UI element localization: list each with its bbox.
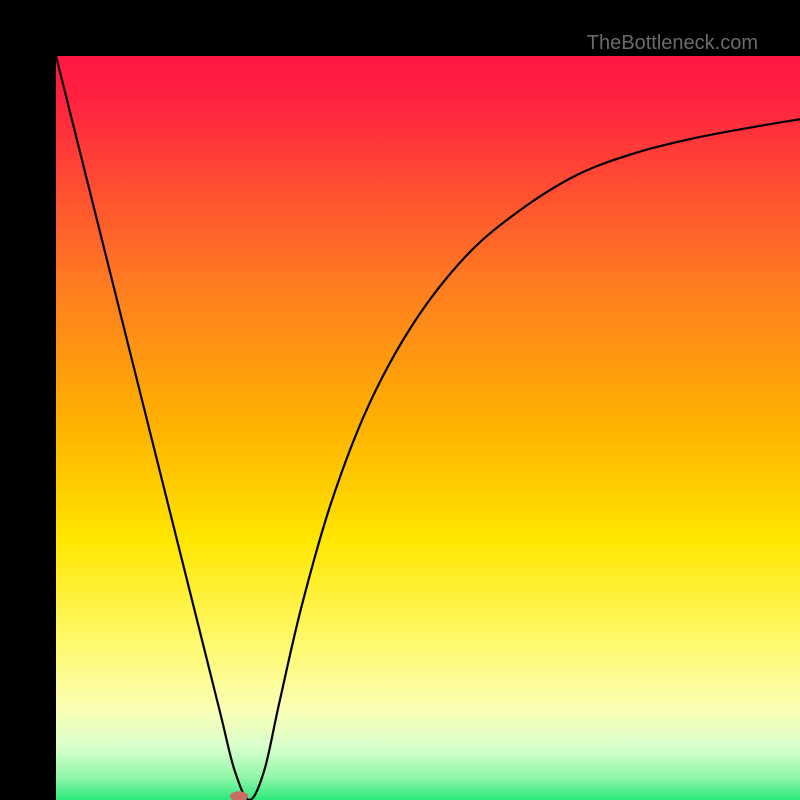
chart-svg [56, 56, 800, 800]
gradient-background [56, 56, 800, 800]
watermark-text: TheBottleneck.com [587, 32, 758, 55]
chart-frame: TheBottleneck.com [0, 0, 800, 800]
plot-area [56, 56, 800, 800]
